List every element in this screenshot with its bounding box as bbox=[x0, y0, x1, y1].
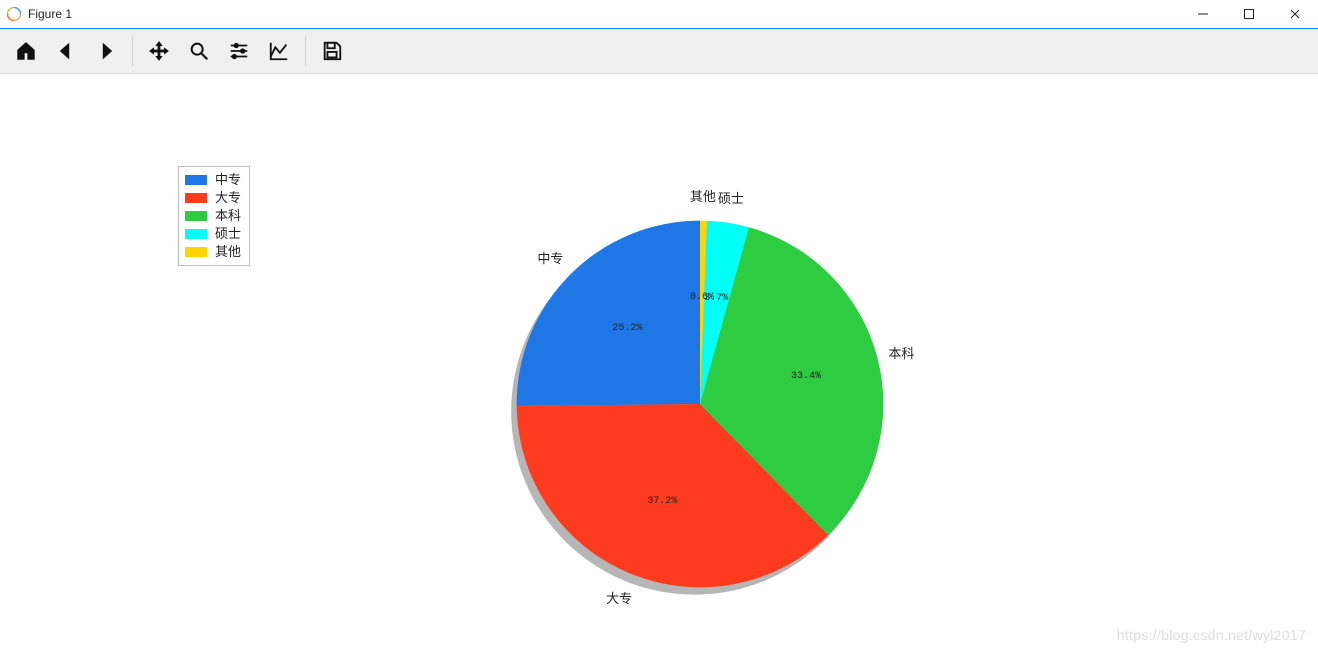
legend-item: 中专 bbox=[185, 171, 241, 189]
slice-pct: 0.6% bbox=[690, 292, 714, 303]
legend-label: 硕士 bbox=[215, 225, 241, 243]
legend-label: 中专 bbox=[215, 171, 241, 189]
window-title: Figure 1 bbox=[28, 7, 72, 21]
legend-swatch bbox=[185, 247, 207, 257]
toolbar-separator bbox=[305, 36, 306, 66]
legend-item: 硕士 bbox=[185, 225, 241, 243]
pan-button[interactable] bbox=[139, 31, 179, 71]
home-button[interactable] bbox=[6, 31, 46, 71]
plot-area[interactable]: 中专大专本科硕士其他 https://blog.csdn.net/wyl2017… bbox=[0, 74, 1318, 651]
slice-pct: 25.2% bbox=[612, 323, 642, 334]
slice-label: 大专 bbox=[606, 588, 632, 607]
app-icon bbox=[6, 6, 22, 22]
watermark: https://blog.csdn.net/wyl2017 bbox=[1117, 627, 1306, 643]
toolbar-separator bbox=[132, 36, 133, 66]
legend-item: 大专 bbox=[185, 189, 241, 207]
legend-swatch bbox=[185, 229, 207, 239]
window-titlebar: Figure 1 bbox=[0, 0, 1318, 29]
legend-swatch bbox=[185, 193, 207, 203]
slice-pct: 37.2% bbox=[647, 496, 677, 507]
back-button[interactable] bbox=[46, 31, 86, 71]
window-maximize-button[interactable] bbox=[1226, 0, 1272, 28]
legend-swatch bbox=[185, 211, 207, 221]
forward-button[interactable] bbox=[86, 31, 126, 71]
legend-label: 本科 bbox=[215, 207, 241, 225]
slice-label: 其他 bbox=[690, 186, 716, 205]
zoom-button[interactable] bbox=[179, 31, 219, 71]
legend-label: 其他 bbox=[215, 243, 241, 261]
legend: 中专大专本科硕士其他 bbox=[178, 166, 250, 266]
configure-subplots-button[interactable] bbox=[219, 31, 259, 71]
edit-axis-button[interactable] bbox=[259, 31, 299, 71]
slice-label: 本科 bbox=[888, 343, 914, 362]
legend-label: 大专 bbox=[215, 189, 241, 207]
legend-item: 本科 bbox=[185, 207, 241, 225]
slice-label: 硕士 bbox=[718, 188, 744, 207]
window-close-button[interactable] bbox=[1272, 0, 1318, 28]
window-minimize-button[interactable] bbox=[1180, 0, 1226, 28]
legend-swatch bbox=[185, 175, 207, 185]
slice-label: 中专 bbox=[537, 248, 563, 267]
matplotlib-toolbar bbox=[0, 29, 1318, 74]
save-button[interactable] bbox=[312, 31, 352, 71]
slice-pct: 33.4% bbox=[791, 371, 821, 382]
legend-item: 其他 bbox=[185, 243, 241, 261]
